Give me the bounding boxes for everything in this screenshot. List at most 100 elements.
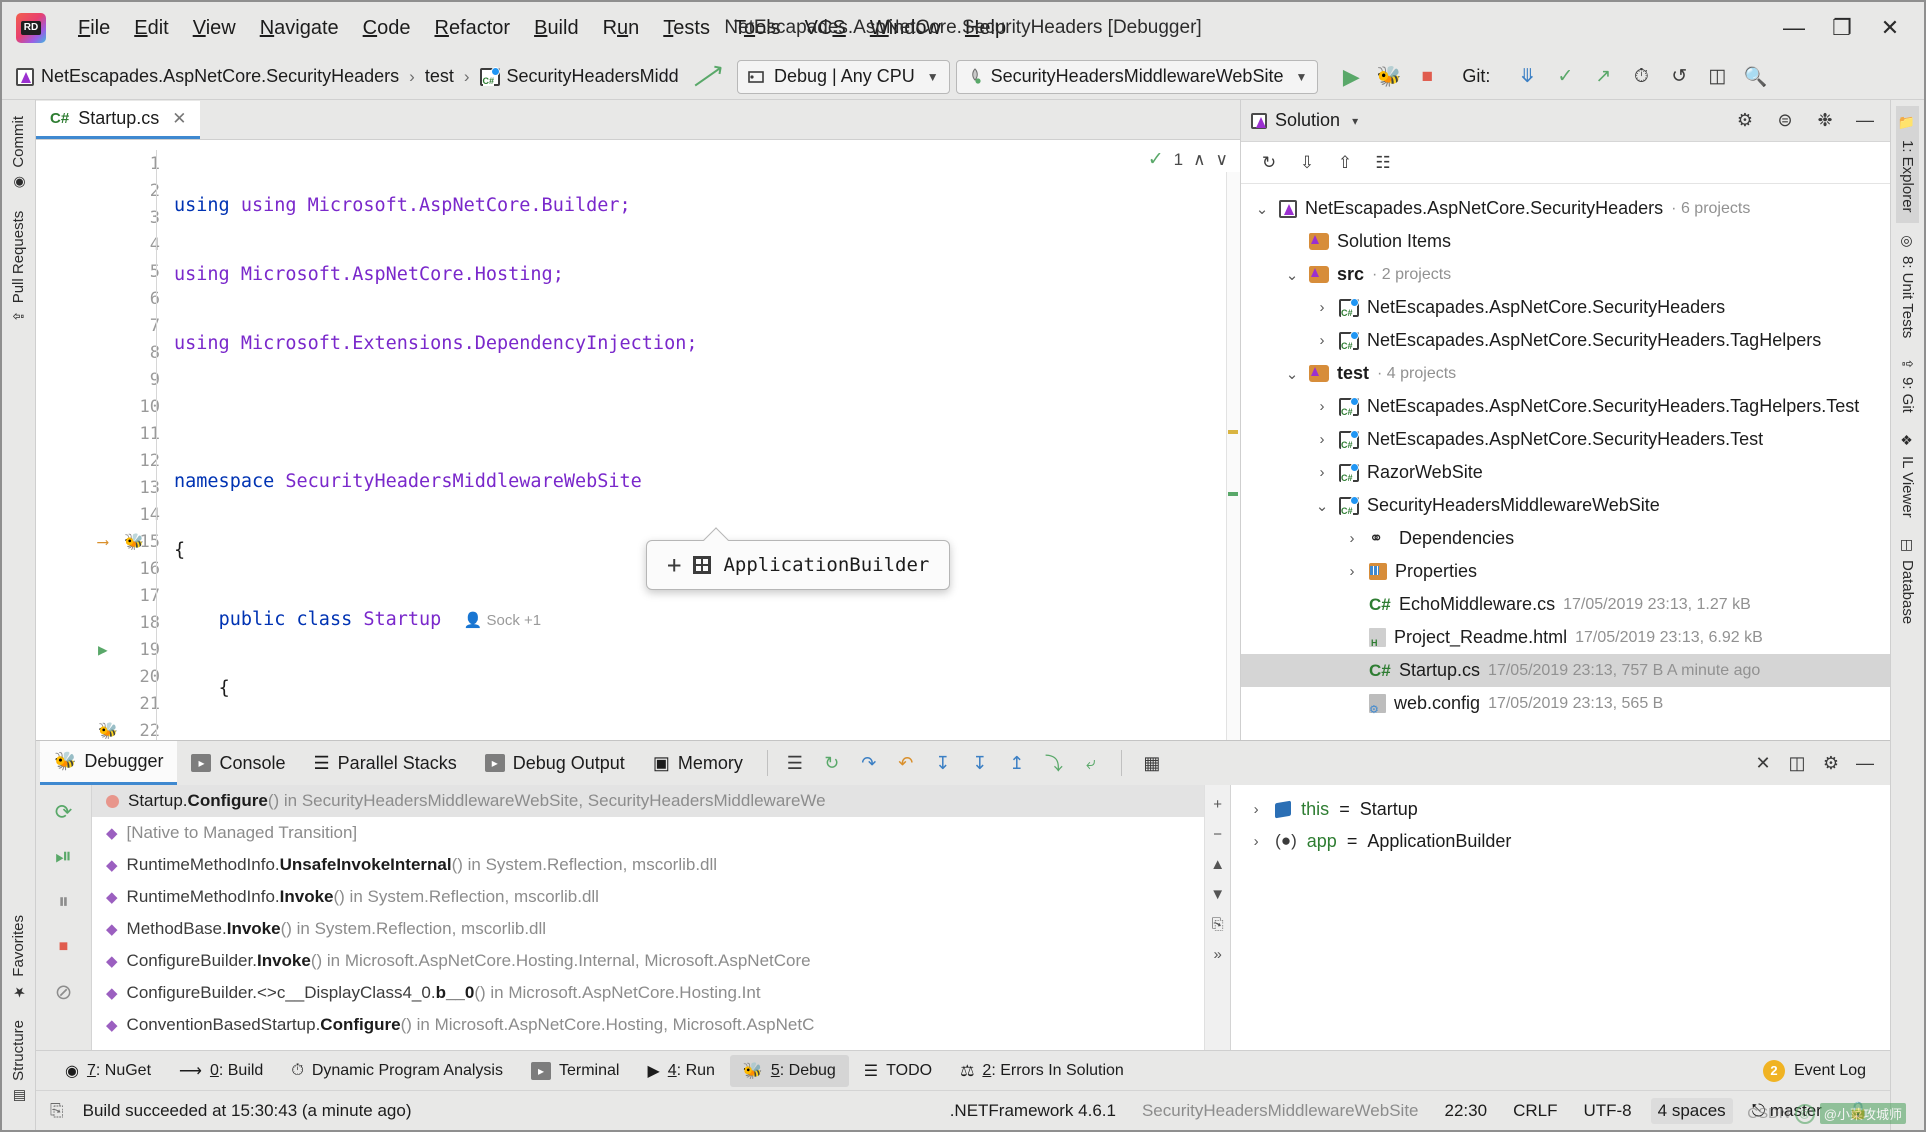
menu-tests[interactable]: Tests: [651, 13, 722, 44]
tree-item-dependencies[interactable]: ›⚭Dependencies: [1241, 522, 1890, 555]
step-out-icon[interactable]: ↥: [1000, 746, 1034, 780]
rerun-icon[interactable]: ⟳: [43, 791, 85, 833]
tree-item-netescapades-aspnetcore-securityheaders[interactable]: ⌄NetEscapades.AspNetCore.SecurityHeaders…: [1241, 192, 1890, 225]
debug-settings-icon[interactable]: ⚙: [1814, 746, 1848, 780]
build-hammer-icon[interactable]: ⟶: [680, 51, 735, 101]
rail-tab-database[interactable]: ◫ Database: [1896, 527, 1919, 634]
tree-item-web-config[interactable]: web.config17/05/2019 23:13, 565 B: [1241, 687, 1890, 720]
tree-item-test[interactable]: ⌄test· 4 projects: [1241, 357, 1890, 390]
mute-breakpoints-icon[interactable]: ⊘: [43, 971, 85, 1013]
tree-toggle-icon[interactable]: ›: [1313, 431, 1331, 448]
up-arrow-icon[interactable]: ▲: [1207, 851, 1229, 877]
tree-item-netescapades-aspnetcore-securityheaders[interactable]: ›NetEscapades.AspNetCore.SecurityHeaders: [1241, 291, 1890, 324]
minimize-panel-icon[interactable]: —: [1850, 106, 1880, 136]
rollback-icon[interactable]: ↺: [1662, 60, 1696, 94]
tool-tab-terminal[interactable]: ▸ Terminal: [518, 1056, 632, 1086]
build-configuration-select[interactable]: Debug | Any CPU ▼: [737, 60, 950, 94]
chevron-down-icon[interactable]: ▾: [1352, 114, 1358, 128]
event-log-button[interactable]: 2 Event Log: [1763, 1060, 1890, 1082]
git-commit-icon[interactable]: ✓: [1548, 60, 1582, 94]
debug-minimize-icon[interactable]: —: [1848, 746, 1882, 780]
resume-icon[interactable]: ⏯: [43, 836, 85, 878]
code-area[interactable]: ✓ 1 ∧ ∨ 1 2 3 4 5 6: [36, 140, 1240, 740]
variable-row-app[interactable]: ›(●)app=ApplicationBuilder: [1231, 825, 1890, 857]
list-icon[interactable]: ☰: [778, 746, 812, 780]
call-stack-frame[interactable]: ◆[Native to Managed Transition]: [92, 817, 1204, 849]
editor-gutter[interactable]: 1 2 3 4 5 6 7 8 9 10 11 12 13: [36, 140, 168, 740]
git-update-icon[interactable]: ⤋: [1510, 60, 1544, 94]
tool-tab-build[interactable]: ⟶ 0: Build: [166, 1055, 276, 1087]
close-button[interactable]: ✕: [1866, 8, 1914, 48]
tool-tab-todo[interactable]: ☰ TODO: [851, 1055, 945, 1087]
tab-startup-cs[interactable]: C# Startup.cs ✕: [36, 101, 200, 139]
tree-toggle-icon[interactable]: ›: [1313, 464, 1331, 481]
more-icon[interactable]: »: [1207, 941, 1229, 967]
tool-tab-debug[interactable]: 🐝 5: Debug: [730, 1055, 849, 1087]
copy-icon[interactable]: ⎘: [1207, 911, 1229, 937]
line-ending[interactable]: CRLF: [1506, 1098, 1564, 1124]
pause-icon[interactable]: ⏸: [43, 881, 85, 923]
debug-tab-debugger[interactable]: 🐝 Debugger: [40, 741, 177, 785]
breakpoint-icon[interactable]: 🐝: [124, 532, 144, 551]
tool-tab-errors[interactable]: ⚖ 2: Errors In Solution: [947, 1055, 1137, 1087]
variable-expand-icon[interactable]: ›: [1247, 833, 1265, 850]
refresh-icon[interactable]: ↻: [1253, 148, 1285, 178]
breadcrumb-folder[interactable]: test: [425, 66, 454, 87]
git-push-icon[interactable]: ↗: [1586, 60, 1620, 94]
breadcrumb-solution[interactable]: NetEscapades.AspNetCore.SecurityHeaders: [16, 66, 399, 87]
step-into-alt-icon[interactable]: ↧: [963, 746, 997, 780]
locate-file-icon[interactable]: ☷: [1367, 148, 1399, 178]
debug-layout-icon[interactable]: ◫: [1780, 746, 1814, 780]
menu-code[interactable]: Code: [351, 13, 423, 44]
breadcrumb-project[interactable]: SecurityHeadersMidd: [480, 66, 679, 87]
tree-toggle-icon[interactable]: ›: [1313, 398, 1331, 415]
show-frames-icon[interactable]: ▦: [1135, 746, 1169, 780]
tree-toggle-icon[interactable]: ›: [1313, 299, 1331, 316]
debug-icon[interactable]: 🐝: [1372, 60, 1406, 94]
solution-tree[interactable]: ⌄NetEscapades.AspNetCore.SecurityHeaders…: [1241, 184, 1890, 740]
menu-file[interactable]: File: [66, 13, 122, 44]
tree-toggle-icon[interactable]: ⌄: [1283, 266, 1301, 284]
tool-tab-nuget[interactable]: ◉ 7: NuGet: [52, 1055, 164, 1087]
force-step-into-icon[interactable]: ↧: [926, 746, 960, 780]
tree-item-razorwebsite[interactable]: ›RazorWebSite: [1241, 456, 1890, 489]
rail-tab-commit[interactable]: ◉ Commit: [7, 106, 30, 201]
debug-tab-debug-output[interactable]: ▸ Debug Output: [471, 741, 639, 785]
menu-edit[interactable]: Edit: [122, 13, 180, 44]
marker-bar[interactable]: [1226, 172, 1240, 740]
code-content[interactable]: using using Microsoft.AspNetCore.Builder…: [168, 140, 1240, 740]
plus-icon[interactable]: +: [1207, 791, 1229, 817]
minus-icon[interactable]: −: [1207, 821, 1229, 847]
maximize-button[interactable]: ❐: [1818, 8, 1866, 48]
status-project[interactable]: SecurityHeadersMiddlewareWebSite: [1135, 1098, 1426, 1124]
run-icon[interactable]: ▶: [1334, 60, 1368, 94]
run-to-cursor-icon[interactable]: ⤵: [1037, 746, 1071, 780]
debug-tab-console[interactable]: ▸ Console: [177, 741, 299, 785]
tree-item-project-readme-html[interactable]: Project_Readme.html17/05/2019 23:13, 6.9…: [1241, 621, 1890, 654]
collapse-icon[interactable]: ⇧: [1329, 148, 1361, 178]
down-arrow-icon[interactable]: ▼: [1207, 881, 1229, 907]
rail-tab-git[interactable]: ⇪ 9: Git: [1896, 348, 1919, 423]
menu-navigate[interactable]: Navigate: [248, 13, 351, 44]
rail-tab-favorites[interactable]: ★ Favorites: [7, 905, 30, 1010]
build-status-message[interactable]: Build succeeded at 15:30:43 (a minute ag…: [76, 1098, 419, 1124]
call-stack-frame[interactable]: ◆RuntimeMethodInfo.UnsafeInvokeInternal(…: [92, 849, 1204, 881]
gear-icon[interactable]: ❉: [1810, 106, 1840, 136]
refresh-frames-icon[interactable]: ↻: [815, 746, 849, 780]
search-icon[interactable]: 🔍: [1738, 60, 1772, 94]
rail-tab-il-viewer[interactable]: ❖ IL Viewer: [1896, 423, 1919, 528]
tree-item-solution-items[interactable]: Solution Items: [1241, 225, 1890, 258]
rail-tab-structure[interactable]: ▤ Structure: [7, 1010, 30, 1114]
menu-view[interactable]: View: [181, 13, 248, 44]
variables-panel[interactable]: ›this=Startup›(●)app=ApplicationBuilder: [1230, 785, 1890, 1050]
close-icon[interactable]: ✕: [172, 109, 186, 129]
expand-plus-icon[interactable]: +: [667, 551, 681, 579]
variable-row-this[interactable]: ›this=Startup: [1231, 793, 1890, 825]
tool-tab-run[interactable]: ▶ 4: Run: [634, 1055, 727, 1087]
expand-icon[interactable]: ⇩: [1291, 148, 1323, 178]
tree-toggle-icon[interactable]: ⌄: [1283, 365, 1301, 383]
application-builder-tooltip[interactable]: + ApplicationBuilder: [646, 540, 950, 590]
run-configuration-select[interactable]: SecurityHeadersMiddlewareWebSite ▼: [956, 60, 1319, 94]
tree-toggle-icon[interactable]: ⌄: [1253, 200, 1271, 218]
call-stack-frame[interactable]: ◆RuntimeMethodInfo.Invoke() in System.Re…: [92, 881, 1204, 913]
